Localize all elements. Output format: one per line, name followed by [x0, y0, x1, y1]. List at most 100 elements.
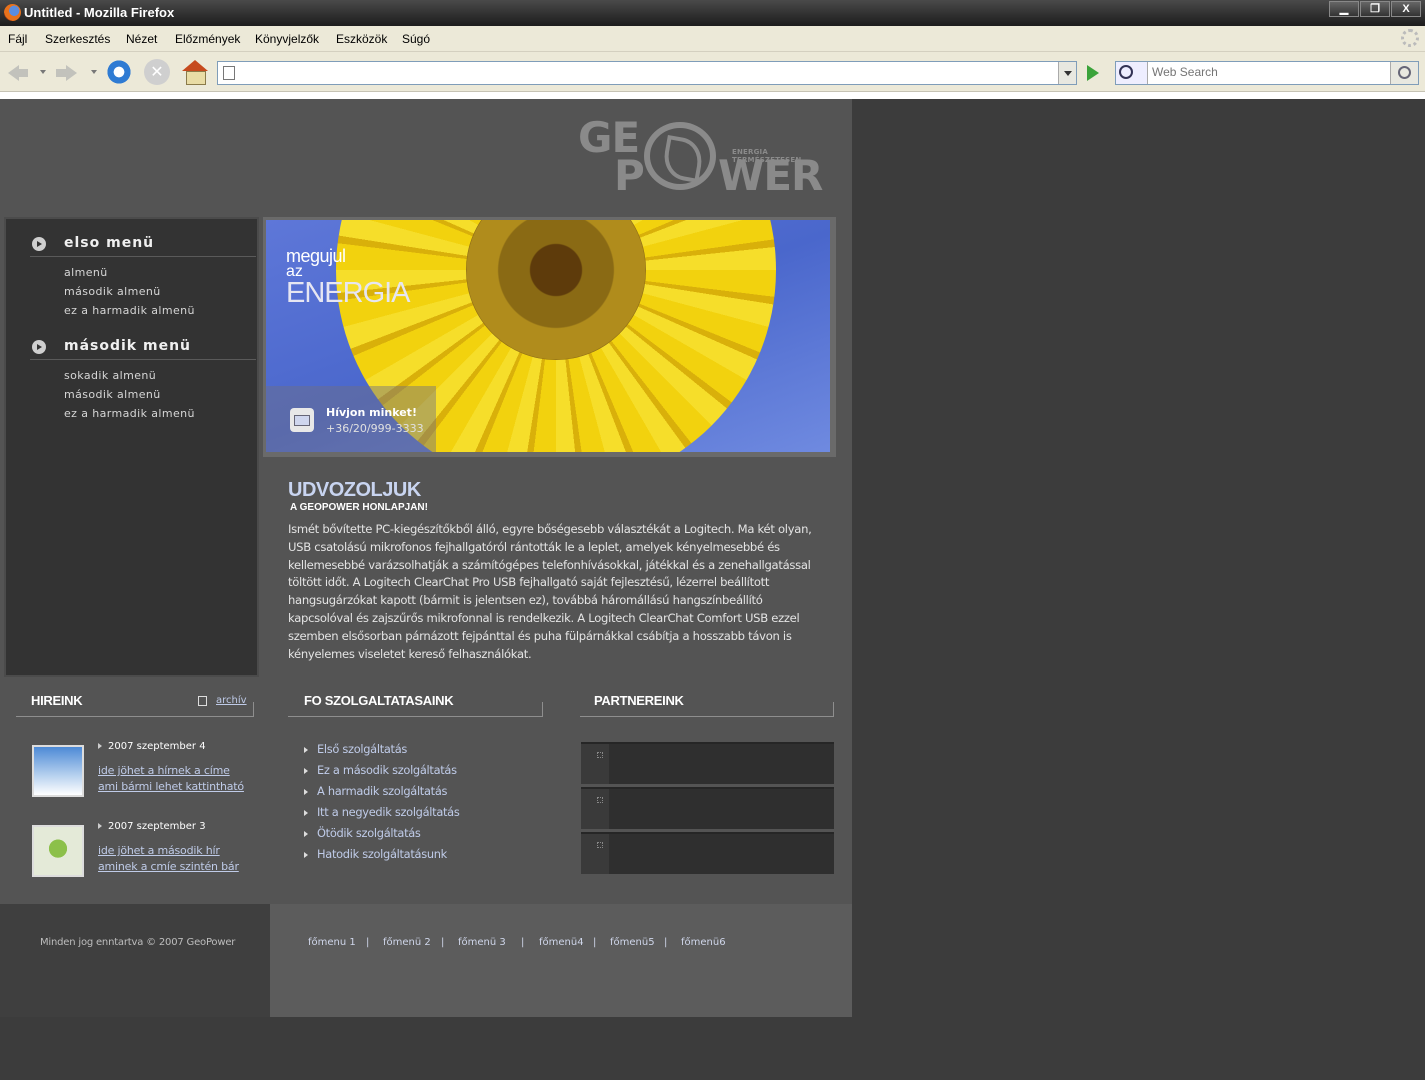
page-icon	[223, 66, 235, 80]
services-title-underline	[288, 702, 543, 717]
menu-help[interactable]: Súgó	[402, 32, 430, 46]
partner-slot-3[interactable]	[581, 832, 834, 874]
service-item-5[interactable]: Ötödik szolgáltatás	[304, 823, 459, 844]
sidebar-submenu-2: sokadik almenü második almenü ez a harma…	[64, 366, 195, 423]
news-title-underline	[16, 702, 254, 717]
news-link-line-1[interactable]: ide jöhet a hírnek a címe	[98, 763, 244, 779]
news-link-line-2[interactable]: aminek a cmíe szintén bár	[98, 859, 239, 875]
maximize-button[interactable]: ❐	[1360, 1, 1390, 17]
stop-icon[interactable]: ✕	[144, 59, 170, 85]
partner-placeholder-icon	[581, 744, 609, 784]
welcome-body: Ismét bővítette PC-kiegészítőkből álló, …	[288, 522, 812, 661]
sidebar-item-sokadik-almenu[interactable]: sokadik almenü	[64, 366, 195, 385]
banner-line-3: ENERGIA	[286, 277, 411, 309]
sidebar-menu-1-title: elso menü	[64, 235, 155, 251]
search-magnifier-icon[interactable]	[1390, 62, 1418, 84]
leaf-icon	[644, 122, 716, 190]
back-arrow-icon[interactable]	[6, 59, 32, 85]
forward-dropdown-icon[interactable]	[91, 70, 97, 74]
footer-link-3[interactable]: főmenü 3	[458, 937, 506, 948]
footer-right	[270, 904, 852, 1017]
news-link[interactable]: ide jöhet a hírnek a címe ami bármi lehe…	[98, 763, 244, 795]
welcome-section: UDVOZOLJUK A GEOPOWER HONLAPJAN! Ismét b…	[288, 479, 828, 663]
welcome-title: UDVOZOLJUK	[288, 479, 421, 501]
archive-icon	[198, 696, 207, 706]
navigation-toolbar: ✕	[0, 52, 1425, 92]
news-thumbnail-sky[interactable]	[32, 745, 84, 797]
partner-placeholder-icon	[581, 834, 609, 874]
home-icon[interactable]	[182, 59, 208, 85]
arrow-bullet-icon	[32, 340, 46, 354]
forward-arrow-icon[interactable]	[54, 59, 80, 85]
minimize-button[interactable]: ▁	[1329, 1, 1359, 17]
sidebar-item-masodik-almenu-2[interactable]: második almenü	[64, 385, 195, 404]
menu-bookmarks[interactable]: Könyvjelzők	[255, 32, 319, 46]
services-list: Első szolgáltatás Ez a második szolgálta…	[304, 739, 460, 865]
sunflower-image: megujul az ENERGIA Hívjon minket! +36/20…	[266, 220, 830, 452]
partner-placeholder-icon	[581, 789, 609, 829]
search-box[interactable]	[1115, 61, 1419, 85]
sidebar-item-almenu[interactable]: almenü	[64, 263, 195, 282]
archive-link[interactable]: archív	[198, 695, 247, 706]
reload-icon[interactable]	[106, 59, 132, 85]
menu-view[interactable]: Nézet	[126, 32, 157, 46]
footer-copyright: Minden jog enntartva © 2007 GeoPower	[40, 937, 236, 948]
sidebar-menu-2-header[interactable]: második menü	[30, 334, 256, 360]
go-arrow-icon[interactable]	[1081, 61, 1105, 85]
menu-tools[interactable]: Eszközök	[336, 32, 387, 46]
sidebar-item-harmadik-almenu-2[interactable]: ez a harmadik almenü	[64, 404, 195, 423]
news-date: 2007 szeptember 3	[98, 821, 206, 832]
back-dropdown-icon[interactable]	[40, 70, 46, 74]
sidebar: elso menü almenü második almenü ez a har…	[4, 217, 259, 677]
news-thumbnail-plant[interactable]	[32, 825, 84, 877]
footer-link-1[interactable]: főmenu 1	[308, 937, 356, 948]
news-link-line-1[interactable]: ide jöhet a második hír	[98, 843, 239, 859]
throbber-icon	[1401, 29, 1419, 47]
archive-label: archív	[216, 695, 247, 706]
footer-sep: |	[593, 937, 597, 948]
arrow-bullet-icon	[32, 237, 46, 251]
search-input[interactable]	[1152, 65, 1382, 79]
hero-banner: megujul az ENERGIA Hívjon minket! +36/20…	[263, 217, 836, 457]
geopower-logo[interactable]: GE P WER ENERGIA TERMÉSZETESEN	[578, 113, 830, 200]
toolbar-separator	[0, 92, 1425, 99]
search-engine-icon[interactable]	[1116, 62, 1148, 84]
partner-slot-2[interactable]	[581, 787, 834, 829]
url-bar[interactable]	[217, 61, 1077, 85]
partner-slot-1[interactable]	[581, 742, 834, 784]
sidebar-menu-1-header[interactable]: elso menü	[30, 231, 256, 257]
sidebar-submenu-1: almenü második almenü ez a harmadik alme…	[64, 263, 195, 320]
service-item-4[interactable]: Itt a negyedik szolgáltatás	[304, 802, 460, 823]
url-history-dropdown[interactable]	[1058, 62, 1076, 84]
service-item-6[interactable]: Hatodik szolgáltatásunk	[304, 844, 459, 865]
sidebar-item-masodik-almenu[interactable]: második almenü	[64, 282, 195, 301]
footer-sep: |	[521, 937, 525, 948]
service-item-1[interactable]: Első szolgáltatás	[304, 739, 459, 760]
contact-box[interactable]: Hívjon minket! +36/20/999-3333	[266, 386, 436, 452]
service-item-2[interactable]: Ez a második szolgáltatás	[304, 760, 459, 781]
service-item-3[interactable]: A harmadik szolgáltatás	[304, 781, 459, 802]
news-date: 2007 szeptember 4	[98, 741, 206, 752]
close-button[interactable]: X	[1391, 1, 1421, 17]
window-title: Untitled - Mozilla Firefox	[24, 5, 175, 20]
footer-link-6[interactable]: főmenü6	[681, 937, 726, 948]
news-link-line-2[interactable]: ami bármi lehet kattintható	[98, 779, 244, 795]
news-title: HIREINK	[31, 693, 83, 708]
page-background	[852, 99, 1425, 1080]
window-controls: ▁ ❐ X	[1328, 1, 1421, 17]
menu-history[interactable]: Előzmények	[175, 32, 240, 46]
footer-link-2[interactable]: főmenü 2	[383, 937, 431, 948]
firefox-icon	[4, 4, 21, 21]
banner-slogan: megujul az ENERGIA	[286, 246, 411, 310]
menu-edit[interactable]: Szerkesztés	[45, 32, 110, 46]
logo-tagline: ENERGIA TERMÉSZETESEN	[732, 148, 802, 164]
footer-link-4[interactable]: főmenü4	[539, 937, 584, 948]
menu-bar: Fájl Szerkesztés Nézet Előzmények Könyvj…	[0, 26, 1425, 52]
menu-file[interactable]: Fájl	[8, 32, 27, 46]
partners-title-underline	[580, 702, 834, 717]
sidebar-item-harmadik-almenu[interactable]: ez a harmadik almenü	[64, 301, 195, 320]
footer-link-5[interactable]: főmenü5	[610, 937, 655, 948]
news-link[interactable]: ide jöhet a második hír aminek a cmíe sz…	[98, 843, 239, 875]
footer-sep: |	[664, 937, 668, 948]
window-titlebar: Untitled - Mozilla Firefox ▁ ❐ X	[0, 0, 1425, 26]
